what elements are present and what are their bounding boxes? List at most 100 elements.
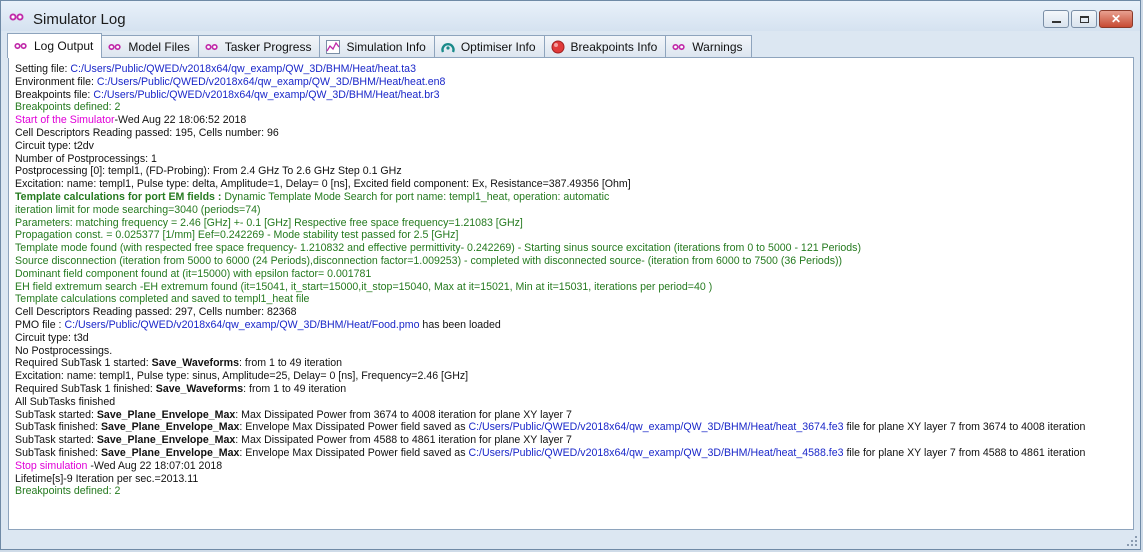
window-controls: ✕	[1041, 10, 1133, 28]
tab-label: Tasker Progress	[224, 39, 312, 54]
log-segment: Cell Descriptors Reading passed: 297, Ce…	[15, 306, 297, 319]
log-line: Postprocessing [0]: templ1, (FD-Probing)…	[15, 165, 1127, 178]
log-segment: Breakpoints defined: 2	[15, 485, 121, 498]
log-segment: Source disconnection (iteration from 500…	[15, 254, 843, 267]
log-line: Number of Postprocessings: 1	[15, 153, 1127, 166]
log-line: iteration limit for mode searching=3040 …	[15, 204, 1127, 217]
tab-warnings[interactable]: Warnings	[665, 35, 752, 57]
log-segment: : from 1 to 49 iteration	[238, 357, 343, 370]
tab-optimiser-info[interactable]: Optimiser Info	[433, 35, 545, 57]
log-segment: Template calculations for port EM fields…	[15, 190, 225, 203]
log-segment: SubTask finished:	[15, 446, 101, 459]
log-line: Cell Descriptors Reading passed: 195, Ce…	[15, 127, 1127, 140]
log-segment: file for plane XY layer 7 from 3674 to 4…	[843, 421, 1086, 434]
log-line: Circuit type: t2dv	[15, 140, 1127, 153]
log-segment: Excitation: name: templ1, Pulse type: si…	[15, 370, 469, 383]
file-path-text: C:/Users/Public/QWED/v2018x64/qw_examp/Q…	[96, 75, 446, 88]
log-segment: has been loaded	[419, 318, 501, 331]
chart-icon	[326, 39, 341, 54]
window-title: Simulator Log	[33, 11, 126, 28]
log-segment: : Envelope Max Dissipated Power field sa…	[239, 421, 469, 434]
tab-breakpoints-info[interactable]: Breakpoints Info	[543, 35, 667, 57]
tab-log-output[interactable]: Log Output	[7, 33, 103, 58]
log-line: Excitation: name: templ1, Pulse type: si…	[15, 370, 1127, 383]
log-segment: All SubTasks finished	[15, 395, 116, 408]
tab-label: Warnings	[692, 39, 743, 54]
log-segment: : Envelope Max Dissipated Power field sa…	[239, 446, 469, 459]
resize-grip-icon[interactable]	[1127, 536, 1138, 547]
qw-logo-icon	[14, 39, 28, 53]
log-segment: -Wed Aug 22 18:06:52 2018	[114, 114, 247, 127]
log-line: Excitation: name: templ1, Pulse type: de…	[15, 178, 1127, 191]
stop-icon	[551, 40, 565, 54]
file-path-text: C:/Users/Public/QWED/v2018x64/qw_examp/Q…	[93, 88, 440, 101]
log-line: Start of the Simulator-Wed Aug 22 18:06:…	[15, 114, 1127, 127]
log-line: Template mode found (with respected free…	[15, 242, 1127, 255]
log-line: Template calculations for port EM fields…	[15, 191, 1127, 204]
log-line: Environment file: C:/Users/Public/QWED/v…	[15, 76, 1127, 89]
log-line: Propagation const. = 0.025377 [1/mm] Eef…	[15, 229, 1127, 242]
log-segment: No Postprocessings.	[15, 344, 113, 357]
tab-simulation-info[interactable]: Simulation Info	[319, 35, 435, 57]
log-segment: PMO file :	[15, 318, 65, 331]
optimiser-icon	[441, 40, 455, 54]
log-segment: SubTask started:	[15, 434, 97, 447]
log-text-area[interactable]: Setting file: C:/Users/Public/QWED/v2018…	[15, 63, 1127, 525]
log-segment: Setting file:	[15, 63, 71, 75]
log-line: Circuit type: t3d	[15, 332, 1127, 345]
log-segment: Number of Postprocessings: 1	[15, 152, 157, 165]
log-segment: Lifetime[s]-9 Iteration per sec.=2013.11	[15, 472, 199, 485]
log-segment: SubTask started:	[15, 408, 97, 421]
tab-label: Simulation Info	[346, 39, 426, 54]
log-segment: Save_Waveforms	[151, 357, 239, 370]
title-bar[interactable]: Simulator Log ✕	[1, 1, 1140, 31]
minimize-button[interactable]	[1043, 10, 1069, 28]
qw-logo-icon	[9, 13, 24, 21]
close-button[interactable]: ✕	[1099, 10, 1133, 28]
log-line: Breakpoints defined: 2	[15, 485, 1127, 498]
tab-label: Optimiser Info	[460, 39, 536, 54]
log-output-panel[interactable]: Setting file: C:/Users/Public/QWED/v2018…	[8, 57, 1134, 530]
log-segment: Stop simulation	[15, 459, 91, 472]
log-line: Parameters: matching frequency = 2.46 [G…	[15, 217, 1127, 230]
log-segment: Circuit type: t2dv	[15, 139, 94, 152]
qw-logo-icon	[108, 40, 122, 54]
log-segment: Start of the Simulator	[15, 114, 115, 127]
log-line: Template calculations completed and save…	[15, 293, 1127, 306]
log-line: SubTask finished: Save_Plane_Envelope_Ma…	[15, 447, 1127, 460]
log-segment: SubTask finished:	[15, 421, 101, 434]
close-icon: ✕	[1110, 12, 1122, 26]
file-path-text: C:/Users/Public/QWED/v2018x64/qw_examp/Q…	[64, 318, 420, 331]
maximize-icon	[1079, 15, 1089, 23]
file-path-text: C:/Users/Public/QWED/v2018x64/qw_examp/Q…	[468, 421, 844, 434]
log-segment: Environment file:	[15, 75, 97, 88]
log-line: Required SubTask 1 finished: Save_Wavefo…	[15, 383, 1127, 396]
log-segment: Save_Plane_Envelope_Max	[100, 421, 240, 434]
qw-logo-icon	[205, 40, 219, 54]
tab-tasker-progress[interactable]: Tasker Progress	[197, 35, 321, 57]
log-segment: Required SubTask 1 started:	[15, 357, 152, 370]
tab-label: Breakpoints Info	[570, 39, 658, 54]
log-line: Breakpoints defined: 2	[15, 101, 1127, 114]
log-segment: Excitation: name: templ1, Pulse type: de…	[15, 178, 631, 191]
log-segment: Dominant field component found at (it=15…	[15, 267, 372, 280]
log-segment: : from 1 to 49 iteration	[243, 382, 347, 395]
log-segment: file for plane XY layer 7 from 4588 to 4…	[843, 446, 1086, 459]
log-line: SubTask started: Save_Plane_Envelope_Max…	[15, 409, 1127, 422]
log-segment: Circuit type: t3d	[15, 331, 89, 344]
qw-logo-icon	[672, 40, 686, 54]
log-line: Lifetime[s]-9 Iteration per sec.=2013.11	[15, 473, 1127, 486]
tab-model-files[interactable]: Model Files	[101, 35, 199, 57]
log-segment: Template mode found (with respected free…	[15, 242, 861, 255]
log-segment: Propagation const. = 0.025377 [1/mm] Eef…	[15, 229, 459, 242]
minimize-icon	[1051, 21, 1061, 23]
log-line: All SubTasks finished	[15, 396, 1127, 409]
log-segment: iteration limit for mode searching=3040 …	[15, 203, 261, 216]
tab-label: Model Files	[128, 39, 190, 54]
log-line: Breakpoints file: C:/Users/Public/QWED/v…	[15, 89, 1127, 102]
maximize-button[interactable]	[1071, 10, 1097, 28]
log-line: Cell Descriptors Reading passed: 297, Ce…	[15, 306, 1127, 319]
log-segment: Template calculations completed and save…	[15, 293, 310, 306]
log-segment: EH field extremum search -EH extremum fo…	[15, 280, 713, 293]
file-path-text: C:/Users/Public/QWED/v2018x64/qw_examp/Q…	[468, 446, 844, 459]
